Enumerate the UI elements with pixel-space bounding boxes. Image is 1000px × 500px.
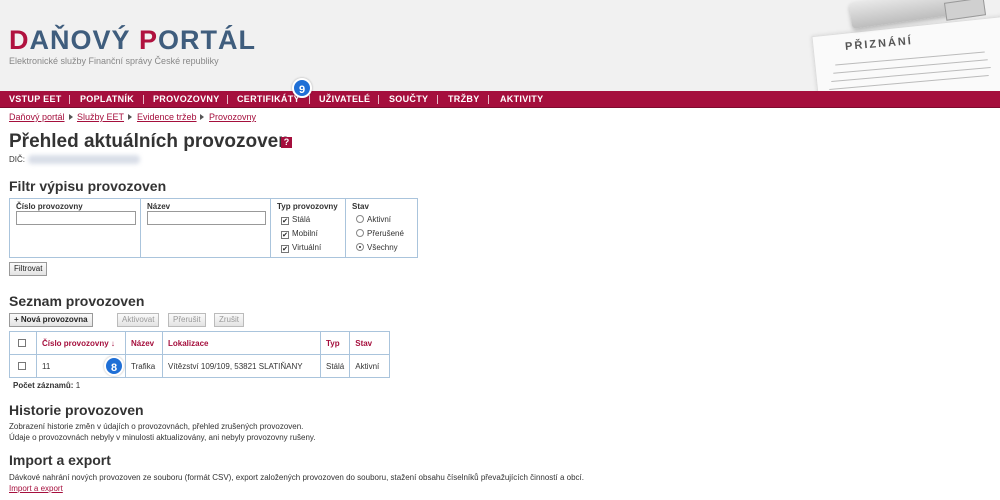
filter-number-label: Číslo provozovny [16,202,83,211]
record-count: Počet záznamů: 1 [13,381,80,390]
filter-number-input[interactable] [16,211,136,225]
cell-state: Aktivní [349,354,391,378]
import-export-link[interactable]: Import a export [9,484,63,493]
breadcrumb-provozovny[interactable]: Provozovny [209,112,256,122]
logo-text-2: ORTÁL [158,25,257,55]
filter-name-label: Název [147,202,171,211]
record-count-label: Počet záznamů: [13,381,74,390]
cell-type: Stálá [319,354,351,378]
breadcrumb-sluzby-eet[interactable]: Služby EET [77,112,124,122]
main-nav: VSTUP EET POPLATNÍK PROVOZOVNY CERTIFIKÁ… [0,91,1000,108]
dic-label: DIČ: [9,155,25,164]
type-option-label: Virtuální [292,243,322,252]
table-header-row: Číslo provozovny ↓ Název Lokalizace Typ … [9,331,391,355]
history-text-2: Údaje o provozovnách nebyly v minulosti … [9,433,316,442]
header-decoration: PŘIZNÁNÍ [795,0,1000,91]
logo-letter-d: D [9,25,30,55]
filter-heading: Filtr výpisu provozoven [9,178,167,194]
state-option-label: Všechny [367,243,398,252]
nav-separator [437,95,438,104]
radio-selected-icon[interactable] [356,243,364,251]
col-header-type[interactable]: Typ [319,331,351,355]
activate-button[interactable]: Aktivovat [117,313,160,327]
cell-name: Trafika [125,354,163,378]
radio-icon[interactable] [356,215,364,223]
new-provozovna-button[interactable]: + Nová provozovna [9,313,93,327]
select-all-cell [9,331,37,355]
filter-col-name: Název [141,199,271,257]
filter-col-type: Typ provozovny ✔ Stálá ✔ Mobilní ✔ Virtuáln… [271,199,346,257]
col-header-name[interactable]: Název [125,331,163,355]
list-heading: Seznam provozoven [9,293,145,309]
nav-item-trzby[interactable]: TRŽBY [448,91,480,108]
state-option-aktivni[interactable]: Aktivní [356,215,391,225]
cell-location: Vítězství 109/109, 53821 SLATIŇANY [162,354,321,378]
breadcrumb-evidence-trzeb[interactable]: Evidence tržeb [137,112,197,122]
filter-panel: Číslo provozovny Název Typ provozovny ✔ S… [9,198,418,258]
breadcrumb-danovy-portal[interactable]: Daňový portál [9,112,65,122]
col-header-number[interactable]: Číslo provozovny ↓ [36,331,126,355]
filter-type-label: Typ provozovny [277,202,338,211]
logo[interactable]: DAŇOVÝ PORTÁL [9,25,256,55]
type-option-label: Stálá [292,215,311,224]
nav-separator [69,95,70,104]
checkbox-checked-icon[interactable]: ✔ [281,231,289,239]
state-option-prerusene[interactable]: Přerušené [356,229,404,239]
import-text: Dávkové nahrání nových provozoven ze sou… [9,473,584,482]
breadcrumb-arrow-icon [128,114,132,120]
import-heading: Import a export [9,452,111,468]
cancel-button[interactable]: Zrušit [214,313,244,327]
checkbox-checked-icon[interactable]: ✔ [281,245,289,253]
type-option-stala[interactable]: ✔ Stálá [281,215,310,225]
state-option-label: Přerušené [367,229,404,238]
nav-item-certifikaty[interactable]: CERTIFIKÁTY [237,91,300,108]
nav-item-provozovny[interactable]: PROVOZOVNY [153,91,220,108]
tagline: Elektronické služby Finanční správy Česk… [9,56,219,66]
header: DAŇOVÝ PORTÁL Elektronické služby Finanč… [0,0,1000,91]
step-badge-9: 9 [292,78,312,98]
type-option-mobilni[interactable]: ✔ Mobilní [281,229,318,239]
breadcrumb-arrow-icon [200,114,204,120]
nav-separator [488,95,489,104]
nav-separator [309,95,310,104]
filter-col-state: Stav Aktivní Přerušené Všechny [346,199,417,257]
filter-name-input[interactable] [147,211,266,225]
record-count-value: 1 [75,381,81,390]
type-option-label: Mobilní [292,229,318,238]
history-heading: Historie provozoven [9,402,144,418]
nav-item-aktivity[interactable]: AKTIVITY [500,91,543,108]
state-option-label: Aktivní [367,215,392,224]
checkbox-checked-icon[interactable]: ✔ [281,217,289,225]
nav-item-vstup-eet[interactable]: VSTUP EET [9,91,62,108]
radio-icon[interactable] [356,229,364,237]
step-badge-8: 8 [104,356,124,376]
filter-col-number: Číslo provozovny [10,199,141,257]
provozovny-table: Číslo provozovny ↓ Název Lokalizace Typ … [9,331,391,378]
nav-item-poplatnik[interactable]: POPLATNÍK [80,91,134,108]
breadcrumb-arrow-icon [69,114,73,120]
table-row[interactable]: 11 Trafika Vítězství 109/109, 53821 SLAT… [9,354,391,378]
row-checkbox[interactable] [17,361,26,370]
help-icon[interactable]: ? [281,137,292,148]
nav-separator [227,95,228,104]
dic-value-redacted [28,155,140,164]
page-title: Přehled aktuálních provozoven [9,131,290,152]
row-select-cell [9,354,37,378]
state-option-vsechny[interactable]: Všechny [356,243,398,253]
history-text-1: Zobrazení historie změn v údajích o prov… [9,422,304,431]
logo-text-1: AŇOVÝ [29,25,140,55]
nav-item-uzivatele[interactable]: UŽIVATELÉ [319,91,370,108]
col-header-state[interactable]: Stav [349,331,391,355]
nav-separator [378,95,379,104]
logo-letter-p: P [139,25,159,55]
select-all-checkbox[interactable] [17,338,26,347]
interrupt-button[interactable]: Přerušit [168,313,206,327]
nav-separator [143,95,144,104]
filter-state-label: Stav [352,202,369,211]
nav-item-soucty[interactable]: SOUČTY [389,91,428,108]
type-option-virtualni[interactable]: ✔ Virtuální [281,243,321,253]
col-header-location[interactable]: Lokalizace [162,331,321,355]
filter-submit-button[interactable]: Filtrovat [9,262,48,276]
